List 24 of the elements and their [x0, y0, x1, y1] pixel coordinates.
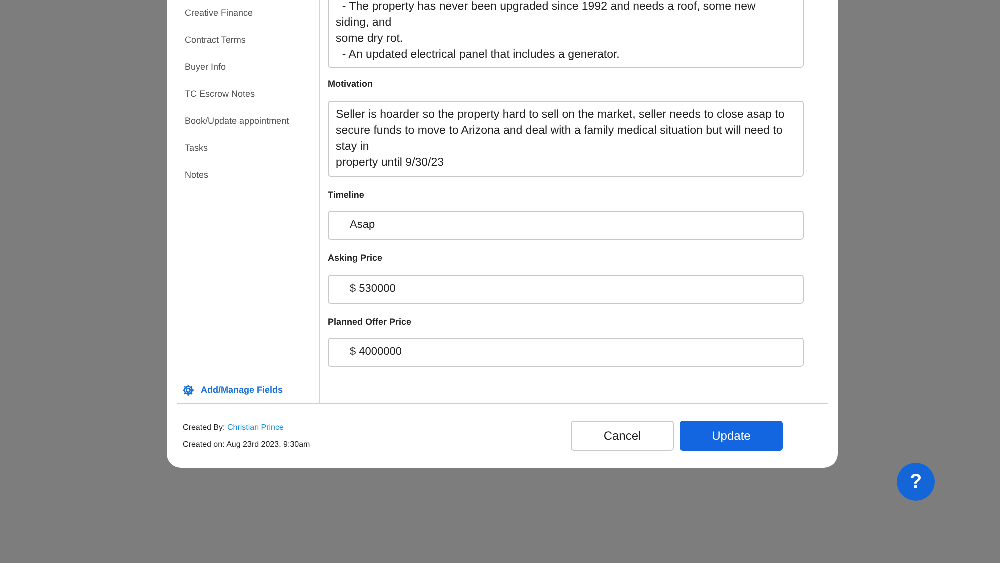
field-label: Asking Price	[328, 252, 384, 265]
author-link[interactable]: Christian Prince	[227, 422, 284, 432]
text-area[interactable]: Seller is hoarder so the property hard to sell on the market, seller needs to close asap to secure funds to move to Arizona and deal with a family medical situation but will need to stay in property until 9/30/23	[328, 100, 804, 176]
input-field[interactable]: $ 530000	[328, 274, 804, 304]
help-button[interactable]: ?	[897, 463, 935, 501]
input-field[interactable]: $ 4000000	[328, 338, 804, 367]
sidebar-item[interactable]: Creative Finance	[185, 6, 319, 20]
field-label: Timeline	[328, 188, 366, 202]
text-area[interactable]: - The property has never been upgraded since 1992 and needs a roof, some new siding, and some dry rot. - An updated electrical panel that includes a generator.	[328, 0, 804, 68]
created-by-text: Created By: Christian Prince	[183, 422, 285, 434]
created-on-text: Created on: Aug 23rd 2023, 9:30am	[183, 438, 310, 450]
sidebar-item[interactable]: Notes	[185, 168, 319, 182]
sidebar-item[interactable]: Contract Terms	[185, 33, 319, 47]
sidebar-item[interactable]: TC Escrow Notes	[185, 87, 319, 101]
sidebar-item[interactable]: Buyer Info	[185, 60, 319, 74]
cancel-button[interactable]: Cancel	[571, 421, 674, 451]
sidebar-item[interactable]: Book/Update appointment	[185, 114, 319, 128]
field-label: Planned Offer Price	[328, 316, 413, 328]
add-manage-fields-link[interactable]: Add/Manage Fields	[167, 384, 319, 397]
sidebar-item[interactable]: Tasks	[185, 141, 319, 155]
update-button[interactable]: Update	[680, 421, 783, 451]
field-label: Motivation	[328, 78, 374, 91]
gear-icon	[182, 384, 195, 397]
input-field[interactable]: Asap	[328, 211, 804, 240]
